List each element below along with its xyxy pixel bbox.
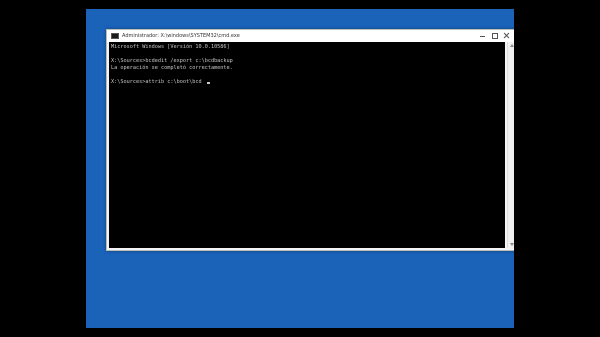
title-bar[interactable]: Administrador: X:\windows\SYSTEM32\cmd.e…: [107, 30, 514, 42]
console-line: X:\Sources>bcdedit /export c:\bcdbackup: [111, 58, 233, 64]
window-controls: [478, 31, 511, 40]
cmd-window[interactable]: Administrador: X:\windows\SYSTEM32\cmd.e…: [106, 29, 514, 251]
desktop-background: Administrador: X:\windows\SYSTEM32\cmd.e…: [86, 9, 514, 328]
cmd-icon: [111, 33, 119, 39]
text-cursor: [206, 82, 210, 84]
console-prompt-line[interactable]: X:\Sources>attrib c:\boot\bcd: [111, 79, 505, 86]
maximize-icon[interactable]: [490, 31, 499, 40]
scroll-down-icon[interactable]: [510, 243, 514, 246]
console-command-text: X:\Sources>attrib c:\boot\bcd: [111, 79, 205, 85]
minimize-icon[interactable]: [478, 31, 487, 40]
window-title: Administrador: X:\windows\SYSTEM32\cmd.e…: [122, 33, 240, 39]
console-output[interactable]: Microsoft Windows [Versión 10.0.10586] X…: [109, 42, 505, 248]
console-line: Microsoft Windows [Versión 10.0.10586]: [111, 44, 230, 50]
scroll-up-icon[interactable]: [510, 44, 514, 47]
console-line: La operación se completó correctamente.: [111, 65, 233, 71]
vertical-scrollbar[interactable]: [507, 42, 514, 248]
close-icon[interactable]: [502, 31, 511, 40]
